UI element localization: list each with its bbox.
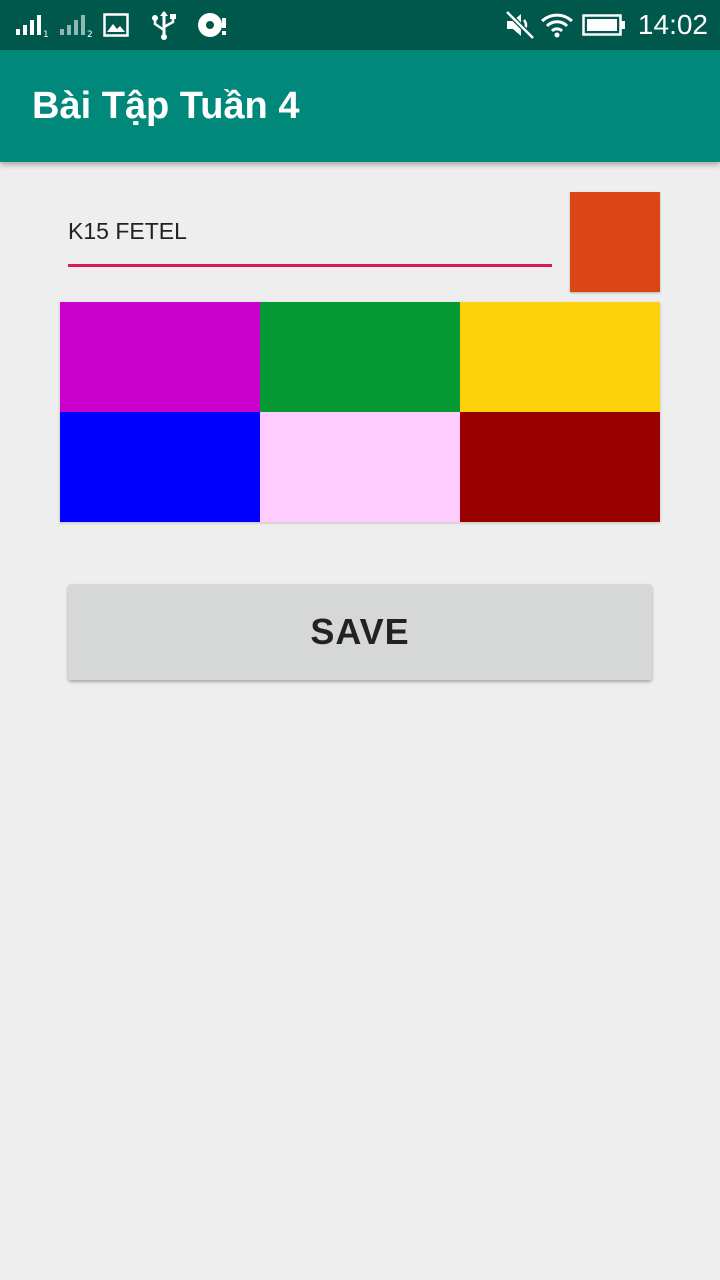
mute-icon bbox=[504, 0, 536, 50]
app-title: Bài Tập Tuần 4 bbox=[32, 85, 300, 127]
app-bar: Bài Tập Tuần 4 bbox=[0, 50, 720, 162]
svg-text:1: 1 bbox=[43, 30, 49, 37]
status-bar: 1 2 14:02 bbox=[0, 0, 720, 50]
name-input-field bbox=[68, 198, 552, 270]
status-time: 14:02 bbox=[637, 9, 708, 40]
battery-icon bbox=[582, 0, 626, 50]
color-swatch-green[interactable] bbox=[260, 302, 460, 412]
color-palette bbox=[60, 302, 660, 522]
image-icon bbox=[103, 0, 129, 50]
name-input[interactable] bbox=[68, 198, 552, 264]
color-swatch-magenta[interactable] bbox=[60, 302, 260, 412]
selected-color-preview bbox=[570, 192, 660, 292]
save-button[interactable]: SAVE bbox=[68, 584, 652, 680]
signal-sim2-icon: 2 bbox=[60, 0, 94, 50]
signal-sim1-icon: 1 bbox=[16, 0, 50, 50]
color-swatch-dark-red[interactable] bbox=[460, 412, 660, 522]
input-underline bbox=[68, 264, 552, 267]
color-swatch-yellow[interactable] bbox=[460, 302, 660, 412]
color-swatch-blue[interactable] bbox=[60, 412, 260, 522]
wifi-icon bbox=[541, 0, 573, 50]
usb-icon bbox=[150, 0, 178, 50]
svg-text:2: 2 bbox=[87, 30, 93, 37]
color-swatch-pink[interactable] bbox=[260, 412, 460, 522]
disk-icon bbox=[196, 0, 230, 50]
